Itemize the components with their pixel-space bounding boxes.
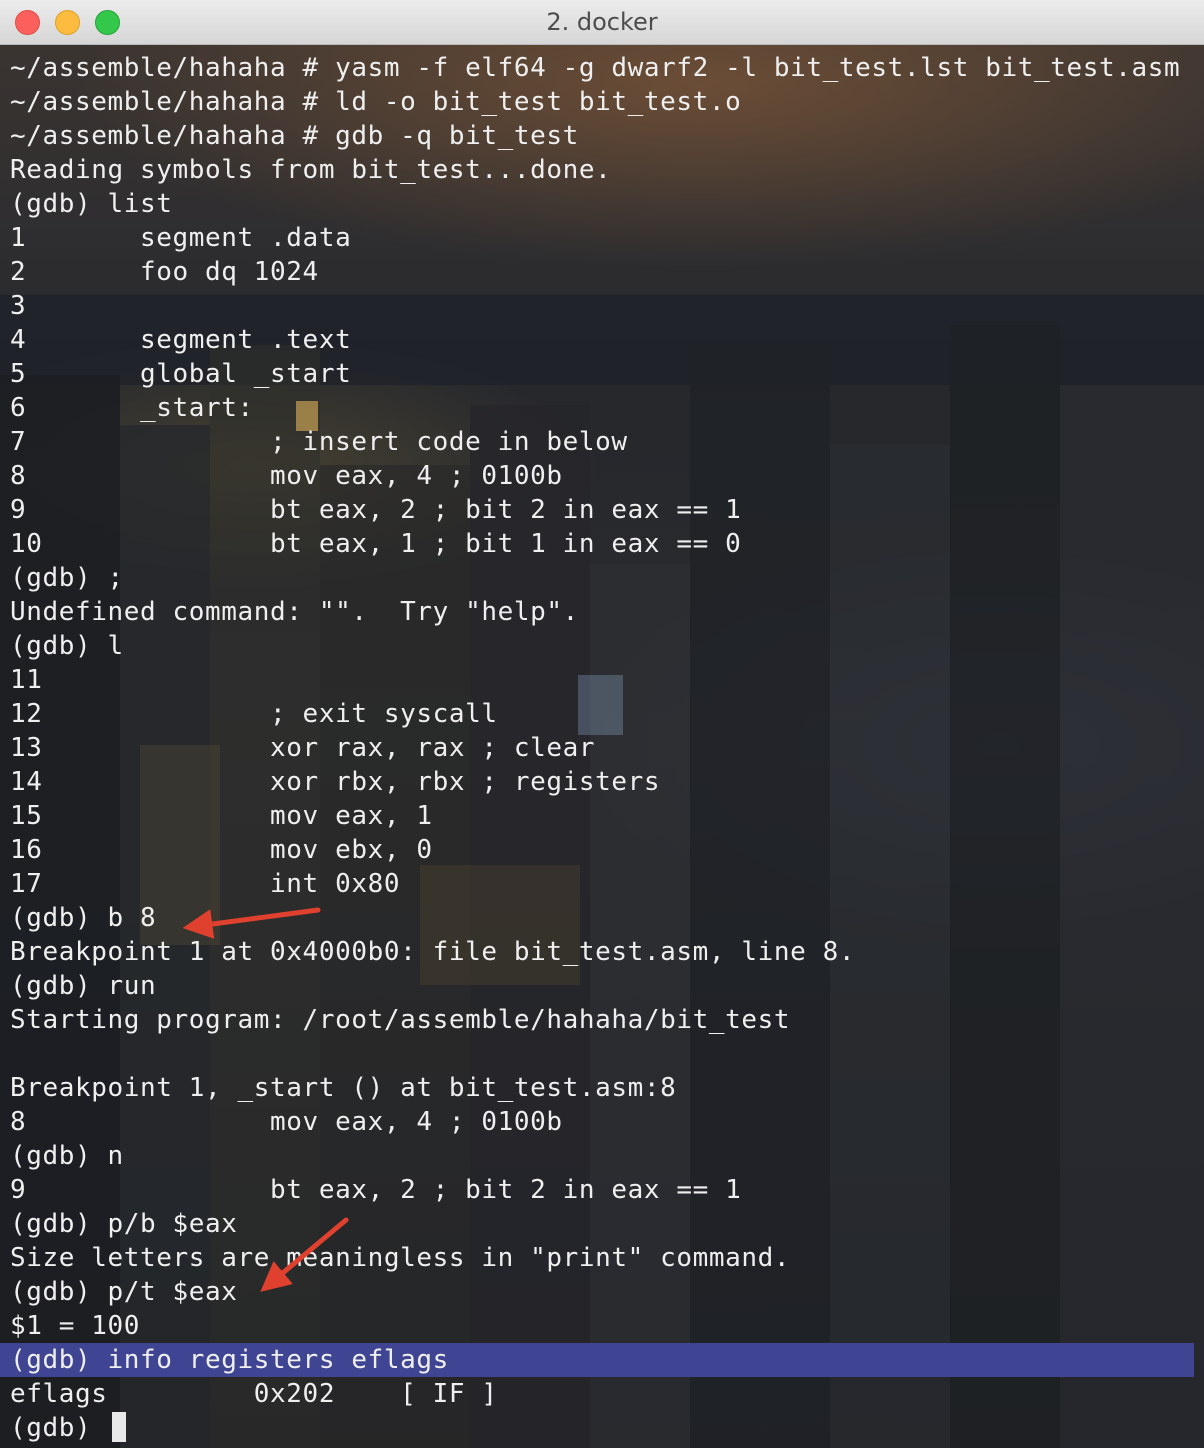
terminal-line: ~/assemble/hahaha # ld -o bit_test bit_t… bbox=[10, 87, 742, 117]
terminal-line: Undefined command: "". Try "help". bbox=[10, 597, 579, 627]
terminal-line: (gdb) p/t $eax bbox=[10, 1277, 238, 1307]
terminal-line: 3 bbox=[10, 291, 27, 321]
terminal-line: 7 ; insert code in below bbox=[10, 427, 628, 457]
terminal-line: eflags 0x202 [ IF ] bbox=[10, 1379, 498, 1409]
terminal-line: (gdb) run bbox=[10, 971, 157, 1001]
terminal-prompt-line[interactable]: (gdb) bbox=[0, 1411, 1204, 1445]
terminal-line: (gdb) b 8 bbox=[10, 903, 157, 933]
terminal-line: Starting program: /root/assemble/hahaha/… bbox=[10, 1005, 791, 1035]
terminal-line: $1 = 100 bbox=[10, 1311, 141, 1341]
terminal-line: 6 _start: bbox=[10, 393, 254, 423]
terminal-line: ~/assemble/hahaha # gdb -q bit_test bbox=[10, 121, 579, 151]
terminal-window: 2. docker ~/assemble/hahaha # yasm -f el… bbox=[0, 0, 1204, 1448]
prompt-text: (gdb) bbox=[10, 1413, 108, 1443]
terminal-line: (gdb) list bbox=[10, 189, 173, 219]
terminal-line: 12 ; exit syscall bbox=[10, 699, 498, 729]
terminal-pane[interactable]: ~/assemble/hahaha # yasm -f elf64 -g dwa… bbox=[0, 45, 1204, 1448]
terminal-line: (gdb) n bbox=[10, 1141, 124, 1171]
terminal-line: (gdb) l bbox=[10, 631, 124, 661]
terminal-line: (gdb) p/b $eax bbox=[10, 1209, 238, 1239]
terminal-line: ~/assemble/hahaha # yasm -f elf64 -g dwa… bbox=[10, 53, 1181, 83]
terminal-line: 8 mov eax, 4 ; 0100b bbox=[10, 1107, 563, 1137]
terminal-line: 13 xor rax, rax ; clear bbox=[10, 733, 596, 763]
terminal-line: 11 bbox=[10, 665, 43, 695]
terminal-line: 16 mov ebx, 0 bbox=[10, 835, 433, 865]
terminal-line: 15 mov eax, 1 bbox=[10, 801, 433, 831]
terminal-line: Breakpoint 1, _start () at bit_test.asm:… bbox=[10, 1073, 677, 1103]
terminal-line: 5 global _start bbox=[10, 359, 352, 389]
terminal-line: 8 mov eax, 4 ; 0100b bbox=[10, 461, 563, 491]
terminal-line: 17 int 0x80 bbox=[10, 869, 401, 899]
terminal-line: 10 bt eax, 1 ; bit 1 in eax == 0 bbox=[10, 529, 742, 559]
terminal-line: 1 segment .data bbox=[10, 223, 352, 253]
terminal-line: Reading symbols from bit_test...done. bbox=[10, 155, 612, 185]
terminal-line: (gdb) ; bbox=[10, 563, 124, 593]
terminal-line: Breakpoint 1 at 0x4000b0: file bit_test.… bbox=[10, 937, 856, 967]
title-bar[interactable]: 2. docker bbox=[0, 0, 1204, 45]
text-cursor bbox=[111, 1412, 126, 1442]
terminal-line: 9 bt eax, 2 ; bit 2 in eax == 1 bbox=[10, 1175, 742, 1205]
terminal-output[interactable]: ~/assemble/hahaha # yasm -f elf64 -g dwa… bbox=[0, 51, 1204, 1445]
window-title: 2. docker bbox=[546, 8, 658, 36]
terminal-line: 14 xor rbx, rbx ; registers bbox=[10, 767, 661, 797]
terminal-line: 4 segment .text bbox=[10, 325, 352, 355]
terminal-line-selected[interactable]: (gdb) info registers eflags bbox=[0, 1343, 1194, 1377]
terminal-line: Size letters are meaningless in "print" … bbox=[10, 1243, 791, 1273]
terminal-line: 2 foo dq 1024 bbox=[10, 257, 319, 287]
terminal-line: 9 bt eax, 2 ; bit 2 in eax == 1 bbox=[10, 495, 742, 525]
